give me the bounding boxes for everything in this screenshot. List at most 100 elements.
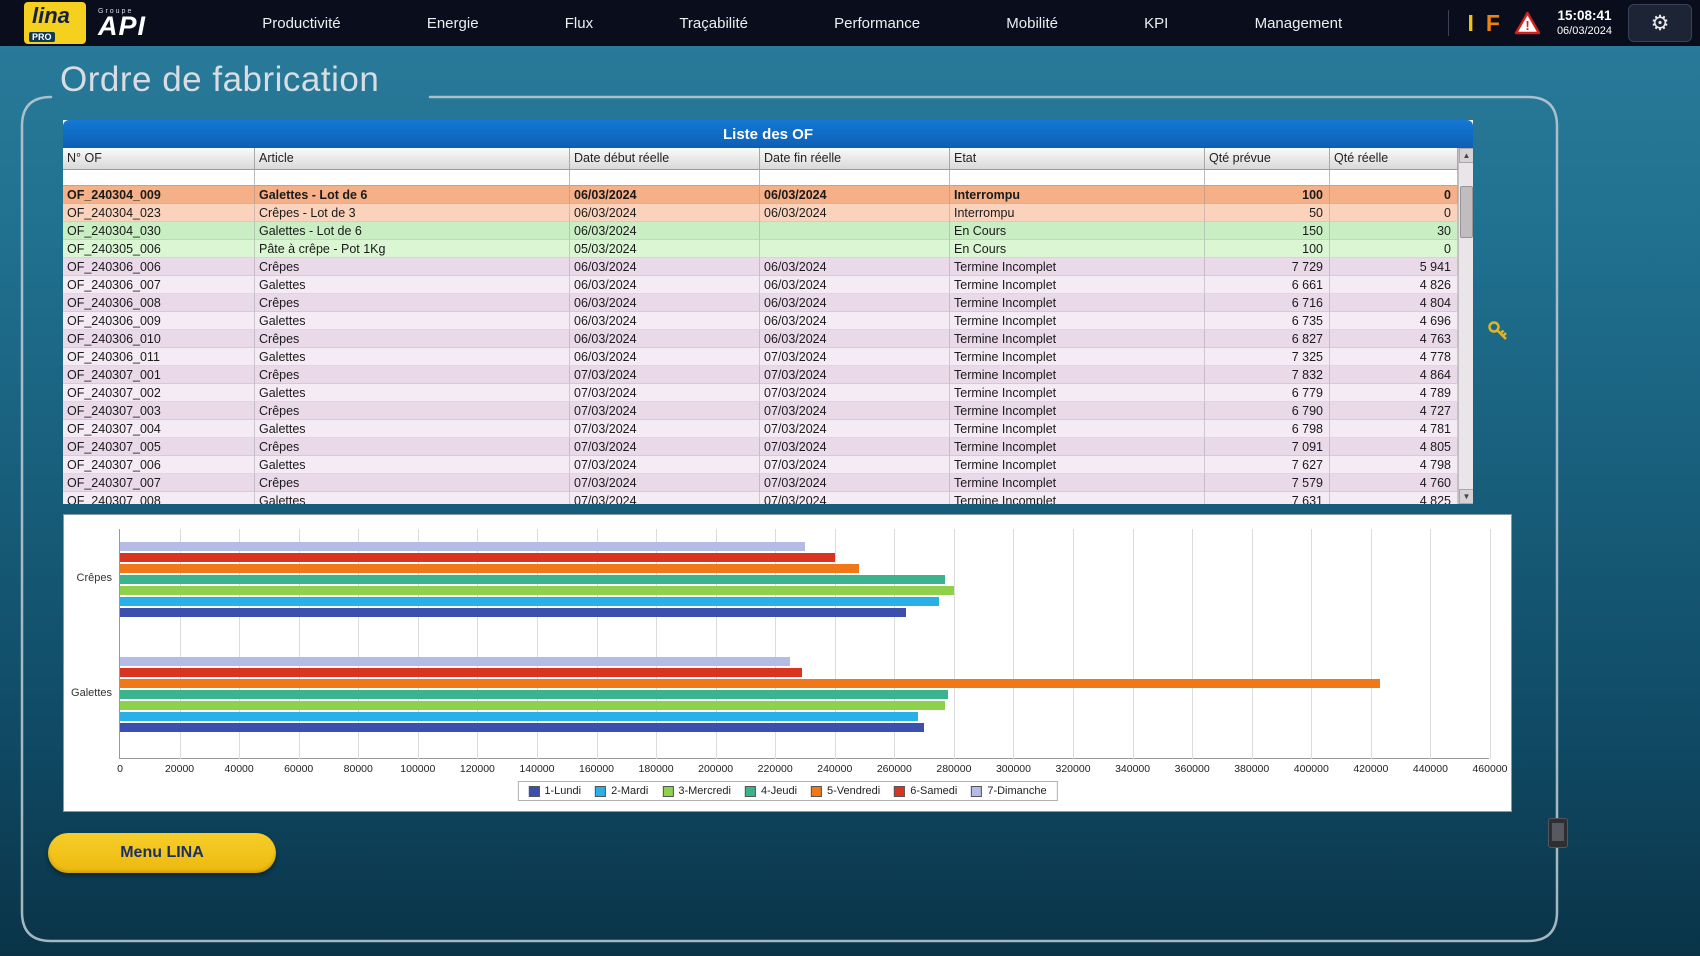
cell: OF_240305_006 xyxy=(63,240,255,258)
menu-lina-button[interactable]: Menu LINA xyxy=(48,833,276,873)
cell: Pâte à crêpe - Pot 1Kg xyxy=(255,240,570,258)
x-tick-label: 360000 xyxy=(1167,763,1217,775)
mobile-device-icon[interactable] xyxy=(1548,818,1568,848)
cell: 06/03/2024 xyxy=(570,258,760,276)
x-tick-label: 260000 xyxy=(869,763,919,775)
scroll-up-arrow[interactable]: ▲ xyxy=(1459,148,1473,163)
cell: 05/03/2024 xyxy=(570,240,760,258)
table-row[interactable]: OF_240307_005Crêpes07/03/202407/03/2024T… xyxy=(63,438,1458,456)
bar-galettes-7-dimanche xyxy=(120,657,790,666)
nav-item-mobilite[interactable]: Mobilité xyxy=(1006,15,1058,32)
cell: 100 xyxy=(1205,186,1330,204)
bar-galettes-6-samedi xyxy=(120,668,802,677)
table-row[interactable]: OF_240306_006Crêpes06/03/202406/03/2024T… xyxy=(63,258,1458,276)
x-tick-label: 440000 xyxy=(1405,763,1455,775)
table-row[interactable]: OF_240306_007Galettes06/03/202406/03/202… xyxy=(63,276,1458,294)
col-header[interactable]: Etat xyxy=(950,148,1205,170)
cell: 4 781 xyxy=(1330,420,1458,438)
table-row[interactable]: OF_240307_006Galettes07/03/202407/03/202… xyxy=(63,456,1458,474)
table-title: Liste des OF xyxy=(63,120,1473,148)
table-row[interactable]: OF_240304_009Galettes - Lot de 606/03/20… xyxy=(63,186,1458,204)
indicator-f[interactable]: F xyxy=(1486,10,1500,37)
cell: 06/03/2024 xyxy=(570,222,760,240)
filter-cell[interactable] xyxy=(570,170,760,186)
alert-warning-icon[interactable]: ! xyxy=(1514,11,1541,35)
cell: Galettes xyxy=(255,492,570,504)
nav-item-tracabilite[interactable]: Traçabilité xyxy=(679,15,748,32)
table-row[interactable]: OF_240304_030Galettes - Lot de 606/03/20… xyxy=(63,222,1458,240)
nav-item-kpi[interactable]: KPI xyxy=(1144,15,1168,32)
filter-cell[interactable] xyxy=(950,170,1205,186)
cell: 6 661 xyxy=(1205,276,1330,294)
cell: 07/03/2024 xyxy=(570,402,760,420)
cell: 06/03/2024 xyxy=(760,312,950,330)
cell: OF_240307_005 xyxy=(63,438,255,456)
cell: 4 804 xyxy=(1330,294,1458,312)
indicator-i[interactable]: I xyxy=(1467,10,1473,37)
nav-item-performance[interactable]: Performance xyxy=(834,15,920,32)
scroll-thumb[interactable] xyxy=(1460,186,1473,238)
cell: 7 729 xyxy=(1205,258,1330,276)
legend-item: 3-Mercredi xyxy=(662,785,731,797)
col-header[interactable]: Date fin réelle xyxy=(760,148,950,170)
legend-swatch xyxy=(595,786,606,797)
settings-button[interactable]: ⚙ xyxy=(1628,4,1692,42)
table-row[interactable]: OF_240306_008Crêpes06/03/202406/03/2024T… xyxy=(63,294,1458,312)
cell: OF_240306_006 xyxy=(63,258,255,276)
nav-item-management[interactable]: Management xyxy=(1255,15,1343,32)
filter-cell[interactable] xyxy=(1205,170,1330,186)
x-tick-label: 220000 xyxy=(750,763,800,775)
legend-label: 5-Vendredi xyxy=(827,785,880,797)
filter-cell[interactable] xyxy=(1330,170,1458,186)
table-row[interactable]: OF_240306_011Galettes06/03/202407/03/202… xyxy=(63,348,1458,366)
x-tick-label: 400000 xyxy=(1286,763,1336,775)
col-header[interactable]: Qté prévue xyxy=(1205,148,1330,170)
table-row[interactable]: OF_240306_009Galettes06/03/202406/03/202… xyxy=(63,312,1458,330)
topbar: lina PRO Groupe API ProductivitéEnergieF… xyxy=(0,0,1700,46)
filter-cell[interactable] xyxy=(255,170,570,186)
col-header[interactable]: N° OF xyxy=(63,148,255,170)
cell: OF_240307_001 xyxy=(63,366,255,384)
table-row[interactable]: OF_240307_004Galettes07/03/202407/03/202… xyxy=(63,420,1458,438)
cell: 06/03/2024 xyxy=(570,186,760,204)
gridline xyxy=(1192,529,1193,759)
col-header[interactable]: Article xyxy=(255,148,570,170)
nav-item-energie[interactable]: Energie xyxy=(427,15,479,32)
table-row[interactable]: OF_240307_008Galettes07/03/202407/03/202… xyxy=(63,492,1458,504)
table-row[interactable]: OF_240307_002Galettes07/03/202407/03/202… xyxy=(63,384,1458,402)
nav-item-productivite[interactable]: Productivité xyxy=(262,15,340,32)
cell: Termine Incomplet xyxy=(950,276,1205,294)
table-row[interactable]: OF_240307_003Crêpes07/03/202407/03/2024T… xyxy=(63,402,1458,420)
table-row[interactable]: OF_240304_023Crêpes - Lot de 306/03/2024… xyxy=(63,204,1458,222)
lina-pro-badge: PRO xyxy=(29,32,55,42)
filter-cell[interactable] xyxy=(63,170,255,186)
bar-crepes-5-vendredi xyxy=(120,564,859,573)
cell: OF_240304_030 xyxy=(63,222,255,240)
cell: 4 763 xyxy=(1330,330,1458,348)
filter-cell[interactable] xyxy=(760,170,950,186)
cell: Galettes xyxy=(255,312,570,330)
gridline xyxy=(1311,529,1312,759)
cell: Crêpes xyxy=(255,402,570,420)
scroll-down-arrow[interactable]: ▼ xyxy=(1459,489,1473,504)
col-header[interactable]: Date début réelle xyxy=(570,148,760,170)
cell: 07/03/2024 xyxy=(760,348,950,366)
cell: Interrompu xyxy=(950,204,1205,222)
table-row[interactable]: OF_240306_010Crêpes06/03/202406/03/2024T… xyxy=(63,330,1458,348)
bar-galettes-1-lundi xyxy=(120,723,924,732)
legend-item: 1-Lundi xyxy=(528,785,581,797)
key-icon[interactable] xyxy=(1486,318,1512,344)
table-row[interactable]: OF_240307_001Crêpes07/03/202407/03/2024T… xyxy=(63,366,1458,384)
cell: OF_240304_023 xyxy=(63,204,255,222)
nav-item-flux[interactable]: Flux xyxy=(565,15,593,32)
table-scrollbar[interactable]: ▲ ▼ xyxy=(1458,148,1473,504)
plot-area: 0200004000060000800001000001200001400001… xyxy=(119,529,1489,759)
col-header[interactable]: Qté réelle xyxy=(1330,148,1458,170)
lina-logo-text: lina xyxy=(32,3,70,29)
table-row[interactable]: OF_240305_006Pâte à crêpe - Pot 1Kg05/03… xyxy=(63,240,1458,258)
cell xyxy=(760,240,950,258)
cell xyxy=(760,222,950,240)
cell: Crêpes - Lot de 3 xyxy=(255,204,570,222)
table-row[interactable]: OF_240307_007Crêpes07/03/202407/03/2024T… xyxy=(63,474,1458,492)
legend-item: 6-Samedi xyxy=(894,785,957,797)
